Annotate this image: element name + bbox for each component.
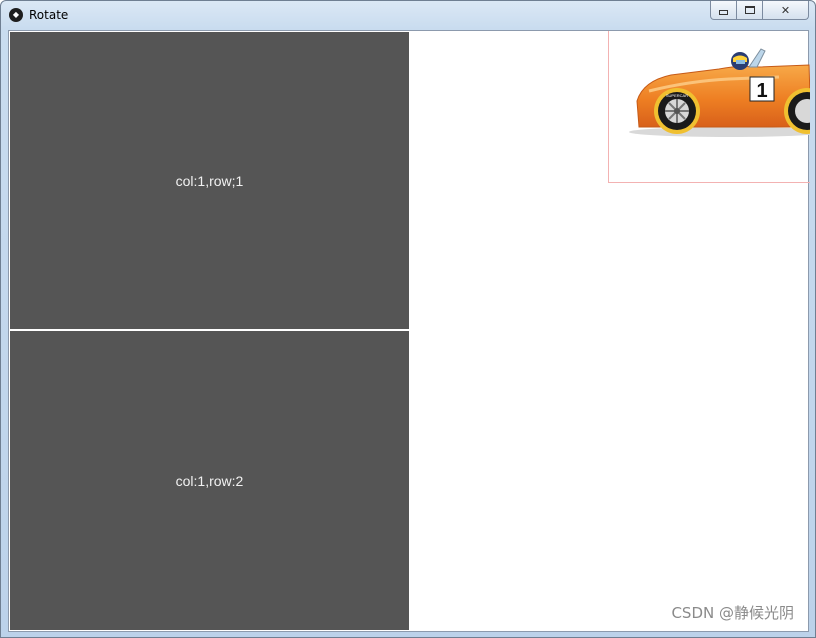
race-car-icon: 1 SUPERCAR	[629, 48, 810, 137]
kivy-logo-icon: ◆	[9, 8, 23, 22]
car-number: 1	[756, 80, 767, 102]
grid-cell-col1-row1[interactable]: col:1,row;1	[10, 32, 409, 329]
minimize-icon	[719, 9, 728, 15]
close-icon: ✕	[780, 4, 791, 17]
car-image: 1 SUPERCAR	[608, 31, 810, 183]
maximize-icon	[744, 6, 755, 14]
minimize-button[interactable]	[710, 1, 737, 20]
title-bar[interactable]: ◆ Rotate ✕	[1, 1, 815, 30]
close-button[interactable]: ✕	[763, 1, 809, 20]
window-title: Rotate	[29, 8, 69, 22]
tire-text: SUPERCAR	[666, 93, 688, 98]
maximize-button[interactable]	[737, 1, 763, 20]
client-area: col:1,row;1 col:1,row:2 1 SUPERCAR CSDN …	[8, 30, 810, 632]
cell-label: col:1,row:2	[175, 472, 244, 489]
app-window: ◆ Rotate ✕ col:1,row;1 col:1,row:2 1 SUP…	[0, 0, 816, 638]
caption-buttons: ✕	[710, 1, 809, 21]
grid-cell-col1-row2[interactable]: col:1,row:2	[10, 331, 409, 630]
watermark: CSDN @静候光阴	[671, 604, 794, 622]
cell-label: col:1,row;1	[175, 172, 244, 189]
